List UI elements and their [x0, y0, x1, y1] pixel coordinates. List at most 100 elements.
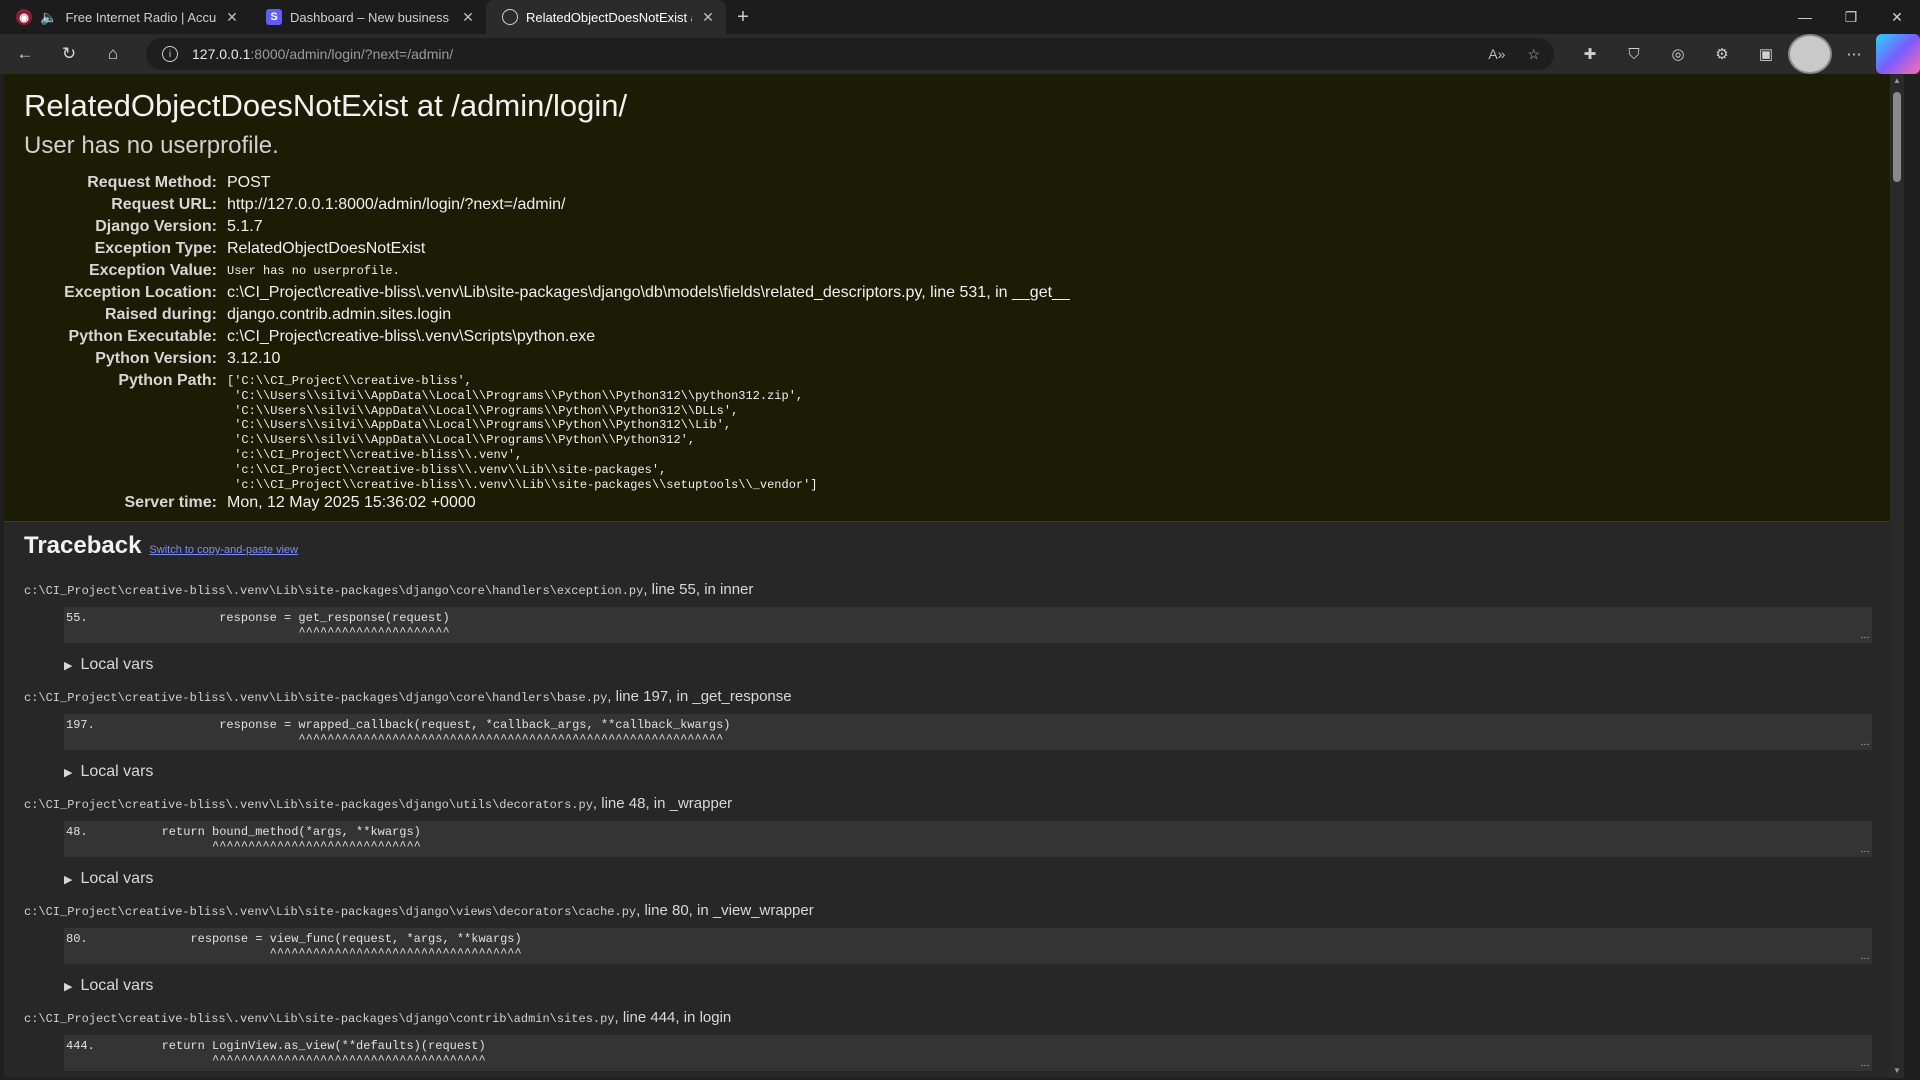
code-line: return LoginView.as_view(**defaults)(req…: [104, 1039, 486, 1067]
radio-icon: ◉: [16, 9, 32, 25]
stripe-icon: S: [266, 9, 282, 25]
code-carets: ^^^^^^^^^^^^^^^^^^^^^^^^^^^^^^^^^^^^^^^^…: [104, 732, 724, 746]
meta-label: Python Path:: [118, 372, 217, 389]
code-context[interactable]: 80. response = view_func(request, *args,…: [64, 928, 1872, 964]
local-vars-label: Local vars: [80, 977, 154, 994]
address-bar[interactable]: i 127.0.0.1:8000/admin/login/?next=/admi…: [146, 38, 1554, 70]
read-aloud-icon[interactable]: A»: [1488, 46, 1505, 62]
minimize-icon[interactable]: —: [1782, 0, 1828, 34]
new-tab-button[interactable]: +: [726, 0, 760, 34]
site-info-icon[interactable]: i: [162, 46, 178, 62]
refresh-icon[interactable]: ↻: [50, 38, 88, 70]
request-meta-table: Request Method: POST Request URL: http://12…: [24, 172, 1070, 514]
local-vars-toggle[interactable]: ▶ Local vars: [64, 655, 1884, 675]
frame-location: c:\CI_Project\creative-bliss\.venv\Lib\s…: [24, 1009, 732, 1026]
error-subtitle: User has no userprofile.: [24, 132, 279, 159]
home-icon[interactable]: ⌂: [94, 38, 132, 70]
extension-puzzle-icon[interactable]: ✚: [1568, 34, 1612, 74]
copy-paste-view-link[interactable]: Switch to copy-and-paste view: [149, 544, 298, 556]
split-screen-icon[interactable]: ▣: [1744, 34, 1788, 74]
expand-context-icon[interactable]: …: [1860, 630, 1870, 641]
local-vars-toggle[interactable]: ▶ Local vars: [64, 976, 1884, 996]
frame-where: line 197, in _get_response: [615, 688, 792, 705]
code-text: response = view_func(request, *args, **k…: [104, 932, 522, 946]
copilot-icon[interactable]: [1876, 34, 1920, 74]
frame-file: c:\CI_Project\creative-bliss\.venv\Lib\s…: [24, 584, 644, 598]
code-context[interactable]: 48. return bound_method(*args, **kwargs)…: [64, 821, 1872, 857]
avatar: [1788, 34, 1832, 74]
line-number: 55.: [66, 611, 88, 625]
window-controls: — ❐ ✕: [1782, 0, 1920, 34]
close-icon[interactable]: ✕: [224, 9, 240, 26]
meta-label: Exception Value:: [88, 262, 217, 279]
traceback-frame: c:\CI_Project\creative-bliss\.venv\Lib\s…: [24, 1008, 1884, 1078]
close-icon[interactable]: ✕: [460, 9, 476, 26]
scroll-down-icon[interactable]: ▼: [1890, 1064, 1904, 1078]
expand-context-icon[interactable]: …: [1860, 737, 1870, 748]
tab-strip: ◉ 🔈 Free Internet Radio | AccuRadio ✕ S …: [0, 0, 1920, 34]
close-icon[interactable]: ✕: [700, 9, 716, 26]
code-text: return bound_method(*args, **kwargs): [104, 825, 421, 839]
code-context[interactable]: 197. response = wrapped_callback(request…: [64, 714, 1872, 750]
code-context[interactable]: 444. return LoginView.as_view(**defaults…: [64, 1035, 1872, 1071]
extension-camera-icon[interactable]: ◎: [1656, 34, 1700, 74]
restore-icon[interactable]: ❐: [1828, 0, 1874, 34]
frame-file: c:\CI_Project\creative-bliss\.venv\Lib\s…: [24, 691, 608, 705]
meta-value: RelatedObjectDoesNotExist: [227, 240, 426, 257]
meta-value: c:\CI_Project\creative-bliss\.venv\Lib\s…: [227, 284, 1070, 301]
url-path: :8000/admin/login/?next=/admin/: [250, 46, 454, 62]
local-vars-label: Local vars: [80, 870, 154, 887]
tab-title: RelatedObjectDoesNotExist at /admin/logi…: [526, 9, 692, 25]
code-context[interactable]: 55. response = get_response(request) ^^^…: [64, 607, 1872, 643]
code-carets: ^^^^^^^^^^^^^^^^^^^^^^^^^^^^^: [104, 839, 421, 853]
browser-toolbar: ← ↻ ⌂ i 127.0.0.1:8000/admin/login/?next…: [0, 34, 1920, 74]
meta-value: User has no userprofile.: [227, 264, 400, 278]
code-carets: ^^^^^^^^^^^^^^^^^^^^^^^^^^^^^^^^^^^: [104, 946, 522, 960]
tab-active-error[interactable]: RelatedObjectDoesNotExist at /admin/logi…: [486, 0, 726, 34]
meta-label: Exception Type:: [94, 240, 217, 257]
more-menu-icon[interactable]: ⋯: [1832, 34, 1876, 74]
frame-where: line 55, in inner: [651, 581, 754, 598]
speaker-icon[interactable]: 🔈: [40, 9, 57, 26]
tab-accuradio[interactable]: ◉ 🔈 Free Internet Radio | AccuRadio ✕: [0, 0, 250, 34]
url-text[interactable]: 127.0.0.1:8000/admin/login/?next=/admin/: [192, 46, 453, 62]
back-icon[interactable]: ←: [6, 38, 44, 70]
meta-row: Request URL: http://127.0.0.1:8000/admin/…: [24, 194, 1070, 216]
code-text: return LoginView.as_view(**defaults)(req…: [104, 1039, 486, 1053]
expand-context-icon[interactable]: …: [1860, 1058, 1870, 1069]
local-vars-toggle[interactable]: ▶ Local vars: [64, 762, 1884, 782]
code-carets: ^^^^^^^^^^^^^^^^^^^^^: [104, 625, 450, 639]
code-line: response = get_response(request) ^^^^^^^…: [104, 611, 450, 639]
local-vars-toggle[interactable]: ▶ Local vars: [64, 869, 1884, 889]
local-vars-label: Local vars: [80, 656, 154, 673]
favorite-star-icon[interactable]: ☆: [1527, 46, 1540, 63]
line-number: 444.: [66, 1039, 95, 1053]
meta-value: c:\CI_Project\creative-bliss\.venv\Scrip…: [227, 328, 596, 345]
profile-avatar[interactable]: [1788, 34, 1832, 74]
error-title: RelatedObjectDoesNotExist at /admin/logi…: [24, 88, 628, 123]
tab-title: Free Internet Radio | AccuRadio: [65, 9, 216, 25]
scroll-up-icon[interactable]: ▲: [1890, 74, 1904, 88]
code-line: return bound_method(*args, **kwargs) ^^^…: [104, 825, 421, 853]
code-text: response = get_response(request): [104, 611, 450, 625]
meta-label: Request Method:: [87, 174, 217, 191]
scroll-thumb[interactable]: [1893, 92, 1901, 182]
extension-shield-icon[interactable]: ⛉: [1612, 34, 1656, 74]
frame-location: c:\CI_Project\creative-bliss\.venv\Lib\s…: [24, 581, 754, 598]
frame-location: c:\CI_Project\creative-bliss\.venv\Lib\s…: [24, 795, 733, 812]
close-window-icon[interactable]: ✕: [1874, 0, 1920, 34]
tab-dashboard[interactable]: S Dashboard – New business sandbox ✕: [250, 0, 486, 34]
meta-label: Python Version:: [95, 350, 217, 367]
meta-row: Exception Value: User has no userprofile.: [24, 260, 1070, 282]
extensions-icon[interactable]: ⚙: [1700, 34, 1744, 74]
meta-value: POST: [227, 174, 271, 191]
expand-context-icon[interactable]: …: [1860, 844, 1870, 855]
meta-label: Server time:: [124, 494, 218, 512]
traceback-title: Traceback: [24, 532, 142, 559]
page-scrollbar[interactable]: ▲ ▼: [1890, 74, 1904, 1078]
frame-where: line 80, in _view_wrapper: [644, 902, 814, 919]
copilot-logo: [1876, 34, 1920, 74]
code-carets: ^^^^^^^^^^^^^^^^^^^^^^^^^^^^^^^^^^^^^^: [104, 1053, 486, 1067]
expand-triangle-icon: ▶: [64, 659, 73, 672]
expand-context-icon[interactable]: …: [1860, 951, 1870, 962]
